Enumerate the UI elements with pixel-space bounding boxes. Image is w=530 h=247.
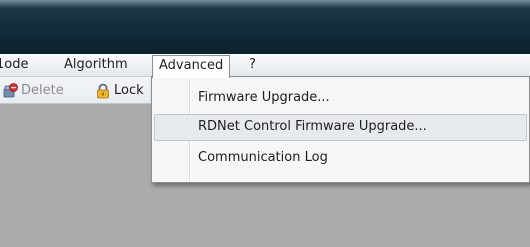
window-titlebar [0,0,530,57]
menu-advanced[interactable]: Advanced [152,55,231,78]
menu-item-firmware-upgrade[interactable]: Firmware Upgrade... [154,85,527,112]
lock-button-label: Lock [114,83,144,98]
delete-button[interactable]: Delete [2,77,64,104]
menu-item-communication-log[interactable]: Communication Log [154,145,527,172]
menu-item-rdnet-control-firmware-upgrade[interactable]: RDNet Control Firmware Upgrade... [154,114,527,141]
menu-help[interactable]: ? [249,54,256,77]
lock-button[interactable]: Lock [95,77,144,104]
advanced-dropdown-menu: Firmware Upgrade... RDNet Control Firmwa… [151,76,530,183]
lock-icon [95,83,111,99]
menu-mode[interactable]: 1ode [0,54,28,77]
delete-button-label: Delete [21,83,64,98]
menu-algorithm[interactable]: Algorithm [64,54,128,77]
titlebar-highlight [0,0,530,8]
menu-bar: 1ode Algorithm Advanced ? [0,54,530,78]
menu-mode-label: 1ode [0,57,29,72]
delete-icon [2,82,18,99]
